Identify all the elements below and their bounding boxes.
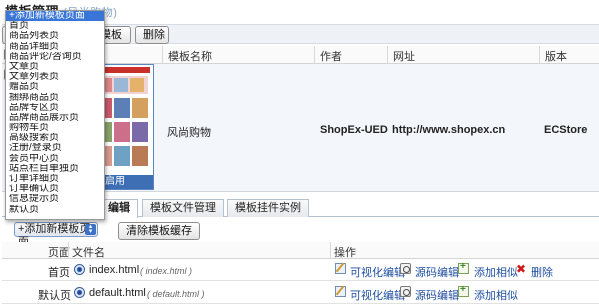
add-similar-icon[interactable] [458, 261, 469, 274]
dropdown-option[interactable]: 订单详细页 [6, 174, 104, 184]
file-page-name: 默认页 [38, 290, 71, 302]
dropdown-option[interactable]: 首页 [6, 21, 104, 31]
add-similar-link[interactable]: 添加相似 [474, 287, 518, 303]
column-version[interactable]: 版本 [545, 48, 567, 64]
tab-widget-instances[interactable]: 模板挂件实例 [227, 199, 309, 217]
add-similar-link[interactable]: 添加相似 [474, 264, 518, 280]
visual-edit-link[interactable]: 可视化编辑 [350, 287, 405, 303]
template-url[interactable]: http://www.shopex.cn [392, 124, 505, 136]
source-edit-link[interactable]: 源码编辑 [415, 264, 459, 280]
tab-edit[interactable]: 编辑 [100, 199, 138, 218]
add-similar-icon[interactable] [458, 284, 469, 297]
column-author[interactable]: 作者 [320, 48, 342, 64]
tab-template-files[interactable]: 模板文件管理 [142, 199, 224, 217]
file-grid-header: 页面 文件名 操作 [2, 242, 599, 259]
template-name: 风尚购物 [167, 127, 211, 139]
column-url[interactable]: 网址 [393, 48, 415, 64]
file-hint: ( index.html ) [140, 266, 193, 276]
file-row-index[interactable]: 首页 index.html ( index.html ) 可视化编辑 源码编辑 … [2, 259, 599, 281]
dropdown-option[interactable]: 会员中心页 [6, 154, 104, 164]
dropdown-option[interactable]: 品牌商品展示页 [6, 113, 104, 123]
dropdown-option[interactable]: 商品评论/咨询页 [6, 52, 104, 62]
dropdown-option[interactable]: 文章列表页 [6, 72, 104, 82]
source-edit-icon[interactable] [400, 286, 411, 297]
dropdown-option[interactable]: 商品列表页 [6, 31, 104, 41]
column-page: 页面 [48, 247, 70, 259]
dropdown-option[interactable]: 赠品页 [6, 82, 104, 92]
source-edit-link[interactable]: 源码编辑 [415, 287, 459, 303]
dropdown-option[interactable]: 购物车页 [6, 123, 104, 133]
template-author: ShopEx-UED [320, 124, 388, 136]
dropdown-option[interactable]: 注册/登录页 [6, 143, 104, 153]
file-radio[interactable] [74, 287, 85, 298]
file-row-default[interactable]: 默认页 default.html ( default.html ) 可视化编辑 … [2, 282, 599, 304]
visual-edit-link[interactable]: 可视化编辑 [350, 264, 405, 280]
select-arrows-icon: ▴ ▾ [85, 223, 96, 235]
dropdown-option[interactable]: 默认页 [6, 205, 104, 215]
template-version: ECStore [544, 124, 588, 136]
file-name: default.html [89, 287, 146, 299]
dropdown-option[interactable]: 商品详细页 [6, 42, 104, 52]
dropdown-option[interactable]: 捆绑商品页 [6, 93, 104, 103]
dropdown-option[interactable]: 品牌专区页 [6, 103, 104, 113]
dropdown-option[interactable]: 信息提示页 [6, 194, 104, 204]
add-page-dropdown[interactable]: +添加新模板页面 首页 商品列表页 商品详细页 商品评论/咨询页 文章页 文章列… [5, 10, 105, 220]
dropdown-option[interactable]: +添加新模板页面 [6, 11, 104, 22]
delete-link[interactable]: 删除 [531, 264, 553, 280]
delete-button[interactable]: 删除 [135, 26, 169, 44]
file-page-name: 首页 [48, 267, 70, 279]
visual-edit-icon[interactable] [335, 263, 346, 274]
clear-cache-button[interactable]: 清除模板缓存 [118, 222, 200, 240]
delete-icon[interactable]: ✖ [516, 263, 527, 275]
file-radio[interactable] [74, 264, 85, 275]
column-filename: 文件名 [72, 247, 105, 259]
column-actions: 操作 [334, 247, 356, 259]
dropdown-option[interactable]: 站点栏目单独页 [6, 164, 104, 174]
column-template-name[interactable]: 模板名称 [168, 48, 212, 64]
source-edit-icon[interactable] [400, 263, 411, 274]
file-hint: ( default.html ) [147, 289, 205, 299]
dropdown-option[interactable]: 订单确认页 [6, 184, 104, 194]
add-page-select[interactable]: +添加新模板页面 ▴▾ [14, 222, 98, 248]
dropdown-option[interactable]: 高级搜索页 [6, 133, 104, 143]
dropdown-option[interactable]: 文章页 [6, 62, 104, 72]
visual-edit-icon[interactable] [335, 286, 346, 297]
file-name: index.html [89, 264, 140, 276]
